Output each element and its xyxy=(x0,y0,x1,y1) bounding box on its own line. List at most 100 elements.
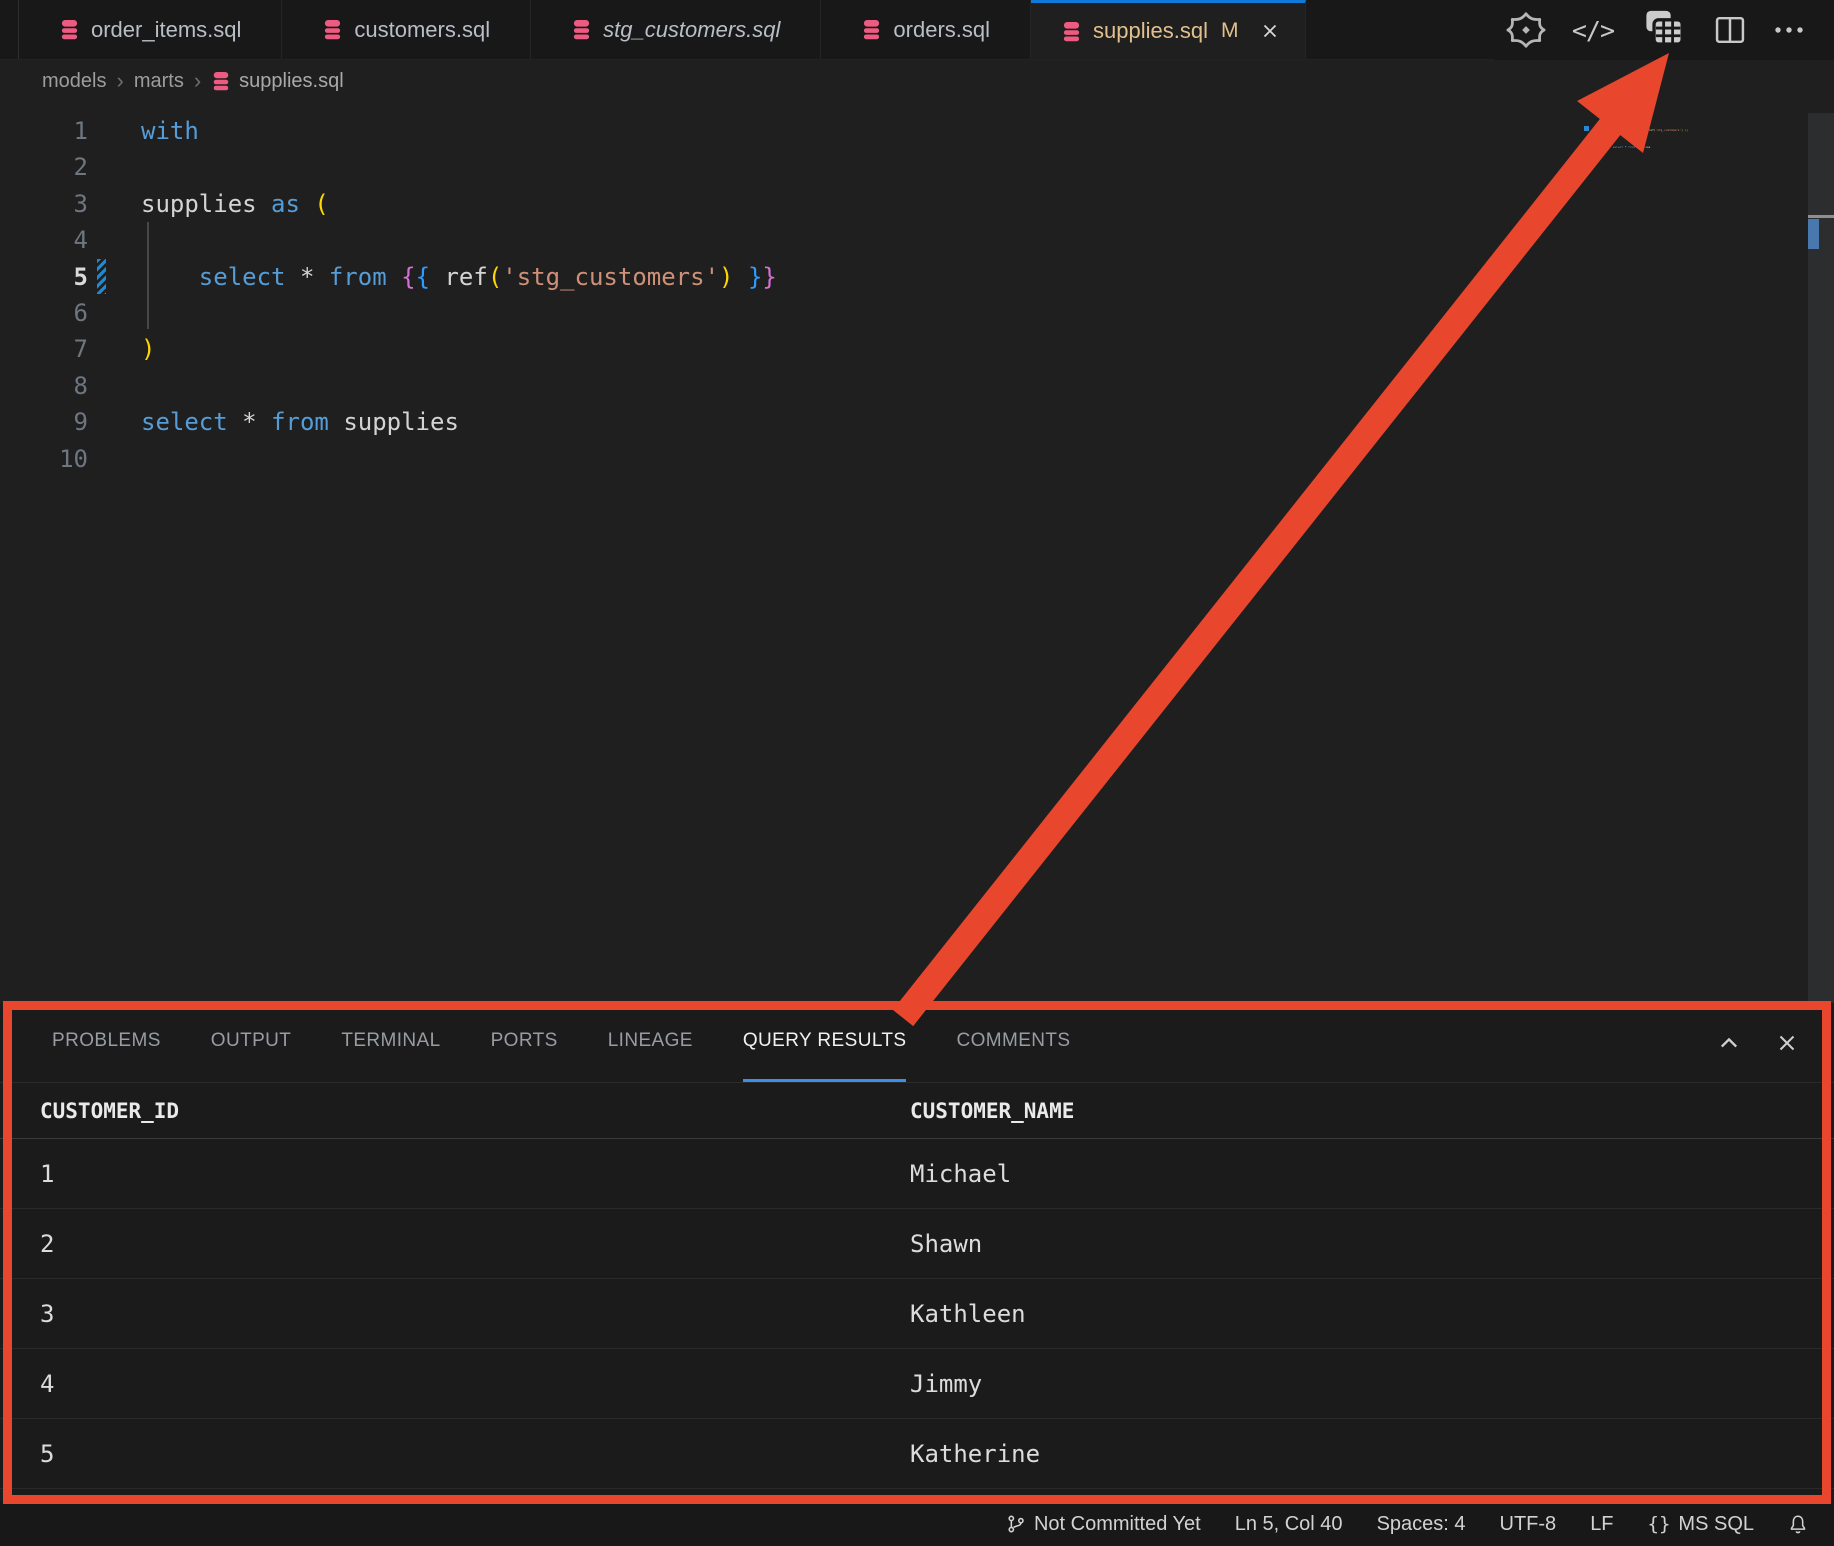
modified-badge: M xyxy=(1221,19,1239,43)
status-item-ms-sql[interactable]: {}MS SQL xyxy=(1648,1513,1754,1536)
line-number: 6 xyxy=(0,295,88,331)
panel-tab-terminal[interactable]: TERMINAL xyxy=(341,1003,440,1082)
overview-ruler-modified-mark xyxy=(1808,219,1819,249)
panel-tab-problems[interactable]: PROBLEMS xyxy=(52,1003,161,1082)
status-item-spaces-4[interactable]: Spaces: 4 xyxy=(1377,1513,1466,1536)
code-line-7: ) xyxy=(141,331,777,367)
editor-tab-stg_customers.sql[interactable]: stg_customers.sql xyxy=(531,0,821,59)
cell-customer-name: Katherine xyxy=(910,1440,1834,1468)
status-label: MS SQL xyxy=(1678,1513,1754,1536)
cell-customer-id: 1 xyxy=(0,1160,910,1188)
status-label: LF xyxy=(1590,1513,1613,1536)
line-number: 4 xyxy=(0,222,88,258)
git-branch-icon xyxy=(1006,1514,1026,1534)
line-number: 9 xyxy=(0,404,88,440)
cell-customer-id: 4 xyxy=(0,1370,910,1398)
panel-actions xyxy=(1716,1003,1800,1083)
status-label: Ln 5, Col 40 xyxy=(1235,1513,1343,1536)
status-item-lf[interactable]: LF xyxy=(1590,1513,1613,1536)
code-lines: with supplies as ( select * from {{ ref(… xyxy=(141,113,777,477)
database-icon xyxy=(59,19,80,40)
query-results-icon[interactable] xyxy=(1640,7,1686,53)
code-glyph: </> xyxy=(1572,16,1614,45)
breadcrumb: models › marts › supplies.sql xyxy=(0,61,1834,101)
split-editor-icon[interactable] xyxy=(1712,12,1748,48)
breadcrumb-separator: › xyxy=(194,68,201,94)
table-row[interactable]: 1Michael xyxy=(0,1139,1834,1209)
code-line-9: select * from supplies xyxy=(141,404,777,440)
panel-tab-bar: PROBLEMS OUTPUT TERMINAL PORTS LINEAGE QUERY … xyxy=(0,1003,1834,1083)
status-item-utf-8[interactable]: UTF-8 xyxy=(1500,1513,1557,1536)
database-icon xyxy=(861,19,882,40)
editor-tab-customers.sql[interactable]: customers.sql xyxy=(282,0,531,59)
line-number: 5 xyxy=(0,259,88,295)
editor-tab-orders.sql[interactable]: orders.sql xyxy=(821,0,1031,59)
editor-toolbar: </> xyxy=(1494,0,1834,60)
column-header-customer-name[interactable]: CUSTOMER_NAME xyxy=(910,1099,1834,1123)
cell-customer-name: Kathleen xyxy=(910,1300,1834,1328)
code-line-10 xyxy=(1613,149,1688,153)
panel-close-icon[interactable] xyxy=(1774,1030,1800,1056)
cell-customer-name: Jimmy xyxy=(910,1370,1834,1398)
code-line-3: supplies as ( xyxy=(141,186,777,222)
breadcrumb-item-marts[interactable]: marts xyxy=(134,70,184,93)
line-numbers: 12345678910 xyxy=(0,113,88,477)
tab-label: supplies.sql xyxy=(1093,18,1208,44)
breadcrumb-item-file[interactable]: supplies.sql xyxy=(211,70,344,93)
status-label: Spaces: 4 xyxy=(1377,1513,1466,1536)
dbt-icon[interactable] xyxy=(1506,10,1546,50)
table-row[interactable]: 3Kathleen xyxy=(0,1279,1834,1349)
code-editor[interactable]: 12345678910 with supplies as ( select * … xyxy=(0,101,1834,1003)
tab-label: order_items.sql xyxy=(91,17,241,43)
editor-tab-bar: order_items.sql customers.sql stg_custom… xyxy=(0,0,1834,60)
scrollbar-slider-edge xyxy=(1808,215,1834,218)
panel-maximize-chevron-icon[interactable] xyxy=(1716,1030,1742,1056)
code-line-1: with xyxy=(141,113,777,149)
panel-tab-lineage[interactable]: LINEAGE xyxy=(608,1003,693,1082)
tabbar-left-edge xyxy=(0,0,19,59)
status-item-bell-icon[interactable] xyxy=(1788,1514,1808,1534)
compile-code-icon[interactable]: </> xyxy=(1572,16,1614,45)
editor-tab-supplies.sql[interactable]: supplies.sql M xyxy=(1031,0,1306,59)
code-line-5: select * from {{ ref('stg_customers') }} xyxy=(1613,128,1688,132)
line-number: 1 xyxy=(0,113,88,149)
results-table-body: 1Michael2Shawn3Kathleen4Jimmy5Katherine xyxy=(0,1139,1834,1489)
code-line-5: select * from {{ ref('stg_customers') }} xyxy=(141,259,777,295)
code-lines: with supplies as ( select * from {{ ref(… xyxy=(1613,110,1688,153)
status-item-ln-5-col-40[interactable]: Ln 5, Col 40 xyxy=(1235,1513,1343,1536)
panel-tab-comments[interactable]: COMMENTS xyxy=(956,1003,1070,1082)
code-line-4 xyxy=(141,222,777,258)
table-row[interactable]: 5Katherine xyxy=(0,1419,1834,1489)
breadcrumb-separator: › xyxy=(116,68,123,94)
close-icon[interactable] xyxy=(1259,20,1281,42)
status-label: Not Committed Yet xyxy=(1034,1513,1201,1536)
tab-label: stg_customers.sql xyxy=(603,17,780,43)
cell-customer-id: 3 xyxy=(0,1300,910,1328)
bell-icon xyxy=(1788,1514,1808,1534)
database-icon xyxy=(322,19,343,40)
git-modified-gutter-indicator xyxy=(97,259,106,294)
cell-customer-name: Michael xyxy=(910,1160,1834,1188)
status-item-not-committed-yet[interactable]: Not Committed Yet xyxy=(1006,1513,1201,1536)
line-number: 10 xyxy=(0,441,88,477)
line-number: 7 xyxy=(0,331,88,367)
cell-customer-id: 2 xyxy=(0,1230,910,1258)
cell-customer-id: 5 xyxy=(0,1440,910,1468)
cell-customer-name: Shawn xyxy=(910,1230,1834,1258)
breadcrumb-item-models[interactable]: models xyxy=(42,70,106,93)
editor-tab-order_items.sql[interactable]: order_items.sql xyxy=(19,0,282,59)
editor-tabs: order_items.sql customers.sql stg_custom… xyxy=(19,0,1306,59)
panel-tab-output[interactable]: OUTPUT xyxy=(211,1003,292,1082)
table-row[interactable]: 4Jimmy xyxy=(0,1349,1834,1419)
table-row[interactable]: 2Shawn xyxy=(0,1209,1834,1279)
results-table-header: CUSTOMER_ID CUSTOMER_NAME xyxy=(0,1083,1834,1139)
line-number: 2 xyxy=(0,149,88,185)
bottom-panel: PROBLEMS OUTPUT TERMINAL PORTS LINEAGE QUERY … xyxy=(0,1003,1834,1502)
panel-tab-ports[interactable]: PORTS xyxy=(491,1003,558,1082)
tab-label: customers.sql xyxy=(354,17,490,43)
status-label: UTF-8 xyxy=(1500,1513,1557,1536)
column-header-customer-id[interactable]: CUSTOMER_ID xyxy=(0,1099,910,1123)
database-icon xyxy=(571,19,592,40)
panel-tab-query-results[interactable]: QUERY RESULTS xyxy=(743,1003,907,1082)
more-actions-icon[interactable] xyxy=(1774,25,1804,35)
